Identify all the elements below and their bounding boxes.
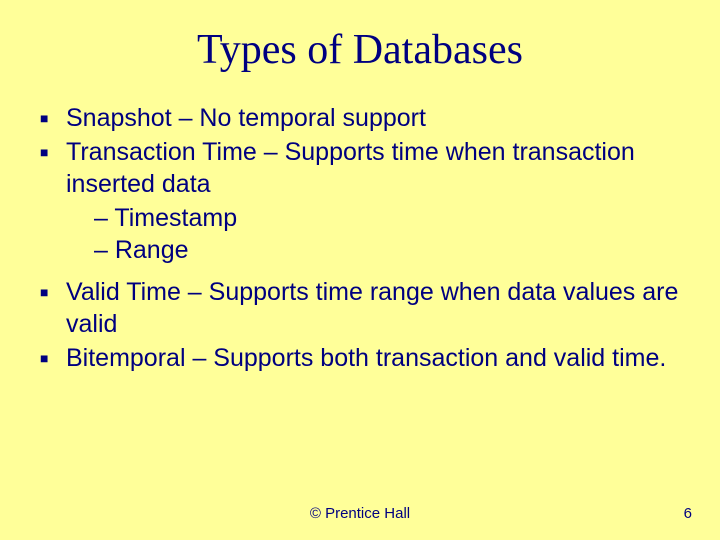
bullet-text: Transaction Time – Supports time when tr… xyxy=(66,136,680,200)
square-bullet-icon: ■ xyxy=(40,342,66,374)
slide-title: Types of Databases xyxy=(40,26,680,74)
bullet-text: Bitemporal – Supports both transaction a… xyxy=(66,342,680,374)
footer-copyright: © Prentice Hall xyxy=(0,505,720,522)
bullet-item: ■ Valid Time – Supports time range when … xyxy=(40,276,680,340)
footer-page-number: 6 xyxy=(684,505,692,522)
sub-bullet-group: – Timestamp – Range xyxy=(40,202,680,266)
bullet-text: Snapshot – No temporal support xyxy=(66,102,680,134)
slide: Types of Databases ■ Snapshot – No tempo… xyxy=(0,0,720,540)
square-bullet-icon: ■ xyxy=(40,276,66,308)
bullet-item: ■ Transaction Time – Supports time when … xyxy=(40,136,680,200)
sub-bullet-item: – Timestamp xyxy=(94,202,680,234)
bullet-text: Valid Time – Supports time range when da… xyxy=(66,276,680,340)
bullet-item: ■ Snapshot – No temporal support xyxy=(40,102,680,134)
square-bullet-icon: ■ xyxy=(40,102,66,134)
square-bullet-icon: ■ xyxy=(40,136,66,168)
bullet-item: ■ Bitemporal – Supports both transaction… xyxy=(40,342,680,374)
sub-bullet-item: – Range xyxy=(94,234,680,266)
slide-content: ■ Snapshot – No temporal support ■ Trans… xyxy=(40,102,680,374)
